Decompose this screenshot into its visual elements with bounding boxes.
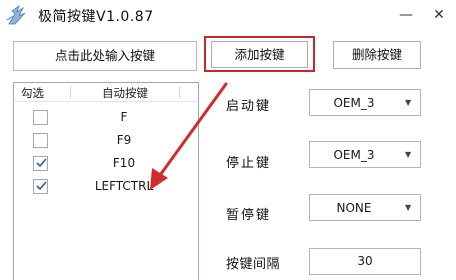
- column-divider: [70, 86, 71, 99]
- app-logo-icon: [6, 4, 26, 25]
- checkmark-icon: [36, 158, 47, 168]
- stop-key-value: OEM_3: [333, 148, 375, 162]
- interval-label: 按键间隔: [226, 257, 281, 272]
- list-item[interactable]: LEFTCTRL: [14, 176, 198, 199]
- stop-key-select[interactable]: OEM_3 ▼: [309, 141, 421, 168]
- row-checkbox[interactable]: [33, 179, 48, 194]
- delete-key-button[interactable]: 删除按键: [333, 41, 421, 69]
- pause-key-select[interactable]: NONE ▼: [309, 194, 421, 221]
- row-checkbox[interactable]: [33, 156, 48, 171]
- row-key-label: F9: [116, 133, 132, 147]
- row-checkbox[interactable]: [33, 133, 48, 148]
- list-item[interactable]: F: [14, 107, 198, 130]
- checkmark-icon: [36, 181, 47, 191]
- key-list[interactable]: 勾选 自动按键 F F9 F10 LEFTCTRL: [13, 82, 199, 280]
- start-key-select[interactable]: OEM_3 ▼: [309, 89, 421, 116]
- row-checkbox[interactable]: [33, 110, 48, 125]
- list-item[interactable]: F10: [14, 153, 198, 176]
- pause-key-label: 暂停键: [226, 208, 272, 223]
- start-key-label: 启动键: [226, 99, 272, 114]
- row-key-label: F10: [112, 156, 136, 170]
- list-item[interactable]: F9: [14, 130, 198, 153]
- interval-input[interactable]: 30: [309, 248, 421, 275]
- minimize-icon[interactable]: —: [395, 4, 417, 26]
- column-divider: [179, 86, 180, 99]
- pause-key-value: NONE: [336, 201, 372, 215]
- add-key-button[interactable]: 添加按键: [211, 41, 308, 68]
- chevron-down-icon: ▼: [405, 203, 412, 212]
- chevron-down-icon: ▼: [405, 150, 412, 159]
- row-key-label: F: [120, 110, 128, 124]
- stop-key-label: 停止键: [226, 156, 272, 171]
- row-key-label: LEFTCTRL: [94, 179, 154, 193]
- window-title: 极简按键V1.0.87: [38, 9, 154, 25]
- list-header: 勾选 自动按键: [14, 83, 198, 102]
- start-key-value: OEM_3: [333, 96, 375, 110]
- key-input-button[interactable]: 点击此处输入按键: [13, 41, 197, 71]
- column-header-key[interactable]: 自动按键: [102, 85, 148, 101]
- column-header-check[interactable]: 勾选: [21, 85, 44, 101]
- chevron-down-icon: ▼: [405, 98, 412, 107]
- title-bar: 极简按键V1.0.87 — ✕: [0, 0, 456, 30]
- close-icon[interactable]: ✕: [428, 4, 450, 26]
